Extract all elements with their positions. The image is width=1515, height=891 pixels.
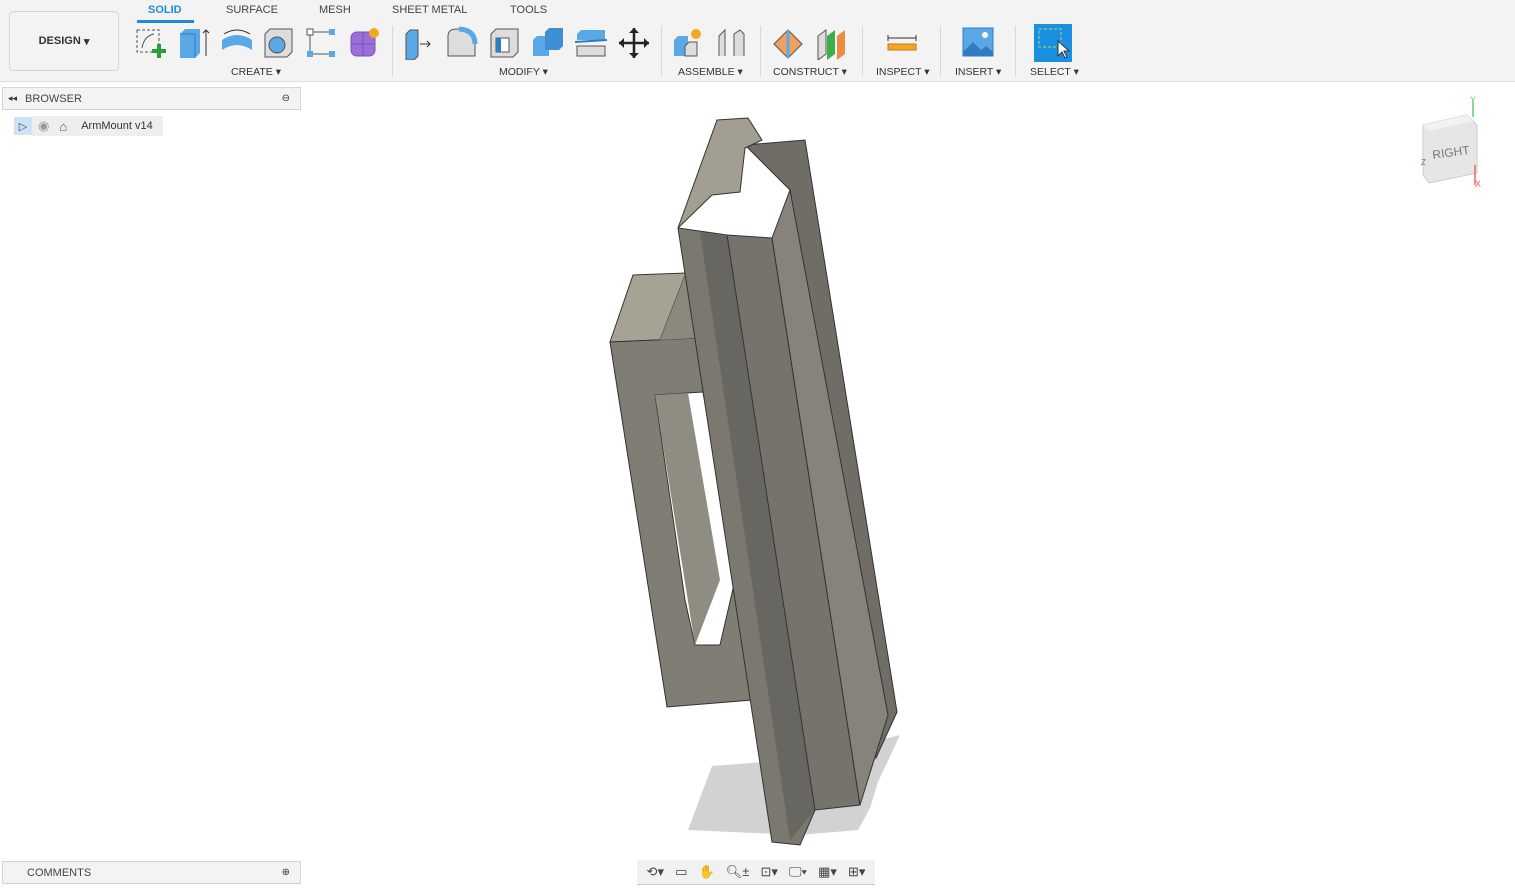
comments-panel-header: COMMENTS ⊕ bbox=[2, 861, 301, 884]
offset-plane-icon[interactable] bbox=[771, 26, 805, 60]
axis-y-label: Y bbox=[1470, 95, 1476, 105]
tab-mesh[interactable]: MESH bbox=[319, 4, 351, 16]
combine-icon[interactable] bbox=[531, 26, 565, 60]
divider bbox=[862, 26, 863, 76]
split-body-icon[interactable] bbox=[574, 26, 608, 60]
shell-icon[interactable] bbox=[488, 26, 522, 60]
add-comment-icon[interactable]: ⊕ bbox=[282, 867, 290, 878]
axis-x-label: X bbox=[1475, 179, 1481, 189]
3d-model-viewport[interactable] bbox=[580, 100, 920, 860]
plane-at-angle-icon[interactable] bbox=[815, 26, 849, 60]
joint-icon[interactable] bbox=[714, 26, 748, 60]
select-menu[interactable]: SELECT ▾ bbox=[1030, 66, 1079, 78]
fillet-icon[interactable] bbox=[445, 26, 479, 60]
create-menu[interactable]: CREATE ▾ bbox=[231, 66, 281, 78]
divider bbox=[760, 26, 761, 76]
divider bbox=[940, 26, 941, 76]
extrude-icon[interactable] bbox=[177, 26, 211, 60]
document-name: ArmMount v14 bbox=[81, 120, 153, 132]
browser-panel-header: ◂◂ BROWSER ⊖ bbox=[2, 87, 301, 110]
hole-icon[interactable] bbox=[262, 26, 296, 60]
assemble-menu[interactable]: ASSEMBLE ▾ bbox=[678, 66, 743, 78]
orbit-icon[interactable]: ⟲▾ bbox=[647, 864, 664, 880]
active-tab-indicator bbox=[137, 20, 194, 23]
workspace-dropdown[interactable]: DESIGN ▾ bbox=[9, 11, 119, 71]
navigation-bar: ⟲▾ ▭ ✋ 🔍︎± ⊡▾ 🖵▾ ▦▾ ⊞▾ bbox=[637, 860, 875, 885]
pattern-icon[interactable] bbox=[305, 26, 339, 60]
inspect-menu[interactable]: INSPECT ▾ bbox=[876, 66, 930, 78]
divider bbox=[1015, 26, 1016, 76]
zoom-icon[interactable]: 🔍︎± bbox=[726, 864, 750, 880]
insert-menu[interactable]: INSERT ▾ bbox=[955, 66, 1001, 78]
pan-hand-icon[interactable]: ✋ bbox=[698, 864, 714, 880]
tab-surface[interactable]: SURFACE bbox=[226, 4, 278, 16]
new-component-icon[interactable] bbox=[671, 26, 705, 60]
tab-solid[interactable]: SOLID bbox=[148, 4, 182, 16]
move-icon[interactable] bbox=[617, 26, 651, 60]
revolve-icon[interactable] bbox=[220, 26, 254, 60]
visibility-eye-icon[interactable]: ◉ bbox=[38, 118, 49, 134]
modify-menu[interactable]: MODIFY ▾ bbox=[499, 66, 548, 78]
create-sketch-icon[interactable] bbox=[134, 26, 168, 60]
display-settings-icon[interactable]: 🖵▾ bbox=[789, 864, 807, 880]
browser-title: BROWSER bbox=[25, 92, 82, 105]
insert-image-icon[interactable] bbox=[961, 26, 995, 60]
component-icon: ⌂ bbox=[59, 118, 68, 134]
select-icon[interactable] bbox=[1034, 24, 1072, 62]
grid-settings-icon[interactable]: ▦▾ bbox=[818, 864, 837, 880]
collapse-panel-icon[interactable]: ◂◂ bbox=[8, 93, 17, 104]
comments-title: COMMENTS bbox=[27, 866, 92, 879]
tab-sheet-metal[interactable]: SHEET METAL bbox=[392, 4, 467, 16]
browser-item-root[interactable]: ▷ ◉ ⌂ ArmMount v14 bbox=[14, 116, 163, 136]
toolbar: DESIGN ▾ SOLID SURFACE MESH SHEET METAL … bbox=[0, 0, 1515, 82]
create-form-icon[interactable] bbox=[348, 26, 382, 60]
measure-icon[interactable] bbox=[885, 26, 919, 60]
axis-z-label: Z bbox=[1421, 158, 1426, 167]
tab-tools[interactable]: TOOLS bbox=[510, 4, 547, 16]
expand-triangle-icon[interactable]: ▷ bbox=[14, 117, 32, 135]
look-at-icon[interactable]: ▭ bbox=[675, 864, 687, 880]
divider bbox=[661, 26, 662, 76]
viewports-icon[interactable]: ⊞▾ bbox=[848, 864, 865, 880]
top-cap bbox=[677, 117, 763, 229]
construct-menu[interactable]: CONSTRUCT ▾ bbox=[773, 66, 847, 78]
fit-window-icon[interactable]: ⊡▾ bbox=[760, 864, 777, 880]
press-pull-icon[interactable] bbox=[402, 26, 436, 60]
view-cube[interactable]: RIGHT Y X Z bbox=[1415, 95, 1495, 195]
minimize-icon[interactable]: ⊖ bbox=[282, 93, 290, 104]
divider bbox=[392, 26, 393, 76]
